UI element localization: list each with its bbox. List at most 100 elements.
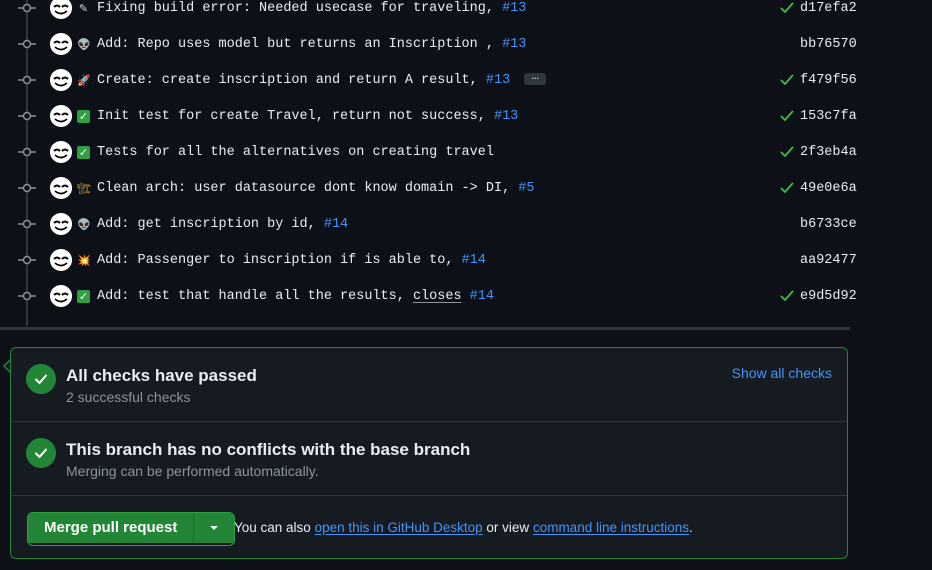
merge-hint-middle: or view — [482, 520, 533, 535]
commit-emoji-icon: 👽 — [77, 37, 91, 51]
commit-node-icon — [18, 71, 36, 89]
check-success-icon[interactable] — [780, 109, 794, 123]
commit-node-icon — [18, 107, 36, 125]
checks-title: All checks have passed — [66, 366, 257, 385]
author-avatar[interactable] — [50, 69, 72, 91]
expand-commit-message-button[interactable]: … — [524, 70, 547, 85]
commit-sha-link[interactable]: aa92477 — [800, 253, 857, 268]
commit-row: ✎ Fixing build error: Needed usecase for … — [0, 0, 860, 26]
merge-hint-suffix: . — [689, 520, 693, 535]
issue-reference-link[interactable]: #13 — [502, 37, 526, 52]
issue-reference-link[interactable]: #14 — [324, 217, 348, 232]
commit-sha-link[interactable]: bb76570 — [800, 37, 857, 52]
commit-row: 👽 Add: get inscription by id, #14 b6733ce — [0, 206, 860, 242]
checks-section: All checks have passed 2 successful chec… — [11, 348, 847, 422]
command-line-instructions-link[interactable]: command line instructions — [533, 520, 689, 535]
commit-sha-link[interactable]: b6733ce — [800, 217, 857, 232]
author-avatar[interactable] — [50, 0, 72, 19]
commit-message[interactable]: Create: create inscription and return A … — [97, 70, 547, 88]
check-success-icon[interactable] — [780, 73, 794, 87]
author-avatar[interactable] — [50, 213, 72, 235]
commit-sha-link[interactable]: 49e0e6a — [800, 181, 857, 196]
author-avatar[interactable] — [50, 105, 72, 127]
commit-sha-link[interactable]: e9d5d92 — [800, 289, 857, 304]
merge-button-group: Merge pull request — [27, 512, 236, 546]
triangle-down-icon — [210, 526, 219, 530]
commit-node-icon — [18, 143, 36, 161]
no-conflicts-icon — [26, 438, 56, 468]
show-all-checks-link[interactable]: Show all checks — [732, 365, 832, 381]
commit-message-text: Add: get inscription by id, — [97, 216, 324, 232]
commit-sha-link[interactable]: 153c7fa — [800, 109, 857, 124]
closing-keyword: closes — [412, 288, 462, 304]
commit-emoji-icon: 👽 — [77, 217, 91, 231]
open-github-desktop-link[interactable]: open this in GitHub Desktop — [315, 520, 483, 535]
commit-node-icon — [18, 215, 36, 233]
commit-emoji-icon: 💥 — [77, 253, 91, 267]
commit-emoji-icon: ✓ — [77, 145, 90, 159]
commit-row: ✓ Add: test that handle all the results, … — [0, 278, 860, 314]
issue-reference-link[interactable]: #14 — [470, 289, 494, 304]
commit-message[interactable]: Add: Passenger to inscription if is able… — [97, 253, 486, 268]
commit-message[interactable]: Fixing build error: Needed usecase for t… — [97, 1, 526, 16]
merge-method-dropdown[interactable] — [194, 513, 235, 543]
commit-node-icon — [18, 251, 36, 269]
issue-reference-link[interactable]: #14 — [462, 253, 486, 268]
commit-message-text: Clean arch: user datasource dont know do… — [97, 180, 519, 196]
commit-message[interactable]: Clean arch: user datasource dont know do… — [97, 181, 534, 196]
merge-pull-request-button[interactable]: Merge pull request — [28, 513, 195, 543]
commit-sha-link[interactable]: 2f3eb4a — [800, 145, 857, 160]
author-avatar[interactable] — [50, 177, 72, 199]
commit-row: 💥 Add: Passenger to inscription if is abl… — [0, 242, 860, 278]
commit-message-text: Tests for all the alternatives on creati… — [97, 144, 494, 160]
commit-message-text: Add: Repo uses model but returns an Insc… — [97, 36, 503, 52]
commit-emoji-icon: ✓ — [77, 289, 90, 303]
commit-row: ✓ Tests for all the alternatives on creat… — [0, 134, 860, 170]
commit-message[interactable]: Add: test that handle all the results, c… — [97, 289, 494, 304]
commit-row: ✓ Init test for create Travel, return not… — [0, 98, 860, 134]
merge-box: All checks have passed 2 successful chec… — [10, 347, 848, 559]
commit-node-icon — [18, 179, 36, 197]
conflicts-subtitle: Merging can be performed automatically. — [66, 463, 319, 479]
author-avatar[interactable] — [50, 141, 72, 163]
commit-message[interactable]: Add: get inscription by id, #14 — [97, 217, 348, 232]
commit-message-text: Init test for create Travel, return not … — [97, 108, 494, 124]
author-avatar[interactable] — [50, 249, 72, 271]
commit-node-icon — [18, 0, 36, 17]
commit-row: 👽 Add: Repo uses model but returns an Ins… — [0, 26, 860, 62]
commit-message-text: Add: test that handle all the results, — [97, 288, 413, 304]
issue-reference-link[interactable]: #13 — [486, 73, 510, 88]
commit-message-text: Add: Passenger to inscription if is able… — [97, 252, 462, 268]
issue-reference-link[interactable]: #5 — [518, 181, 534, 196]
issue-reference-link[interactable]: #13 — [502, 1, 526, 16]
timeline-divider — [0, 327, 850, 330]
commit-node-icon — [18, 35, 36, 53]
commit-sha-link[interactable]: f479f56 — [800, 73, 857, 88]
checks-passed-icon — [26, 364, 56, 394]
author-avatar[interactable] — [50, 33, 72, 55]
merge-hint: You can also open this in GitHub Desktop… — [234, 520, 693, 535]
merge-hint-prefix: You can also — [234, 520, 315, 535]
commit-emoji-icon: ✎ — [78, 1, 89, 15]
commit-emoji-icon: 🚀 — [77, 73, 91, 87]
commit-message[interactable]: Init test for create Travel, return not … — [97, 109, 518, 124]
commit-message[interactable]: Tests for all the alternatives on creati… — [97, 145, 494, 160]
commit-emoji-icon: ✓ — [77, 109, 90, 123]
check-success-icon[interactable] — [780, 289, 794, 303]
issue-reference-link[interactable]: #13 — [494, 109, 518, 124]
commit-sha-link[interactable]: d17efa2 — [800, 1, 857, 16]
merge-section: Merge pull request You can also open thi… — [11, 496, 847, 558]
check-success-icon[interactable] — [780, 181, 794, 195]
author-avatar[interactable] — [50, 285, 72, 307]
conflicts-section: This branch has no conflicts with the ba… — [11, 422, 847, 496]
checks-subtitle: 2 successful checks — [66, 389, 191, 405]
check-success-icon[interactable] — [780, 145, 794, 159]
commit-message[interactable]: Add: Repo uses model but returns an Insc… — [97, 37, 526, 52]
commit-message-text: Create: create inscription and return A … — [97, 72, 486, 88]
commit-row: 🚀 Create: create inscription and return A… — [0, 62, 860, 98]
check-success-icon[interactable] — [780, 1, 794, 15]
commit-row: 🏗 Clean arch: user datasource dont know d… — [0, 170, 860, 206]
commit-message-text: Fixing build error: Needed usecase for t… — [97, 0, 503, 16]
conflicts-title: This branch has no conflicts with the ba… — [66, 440, 471, 459]
commit-node-icon — [18, 287, 36, 305]
